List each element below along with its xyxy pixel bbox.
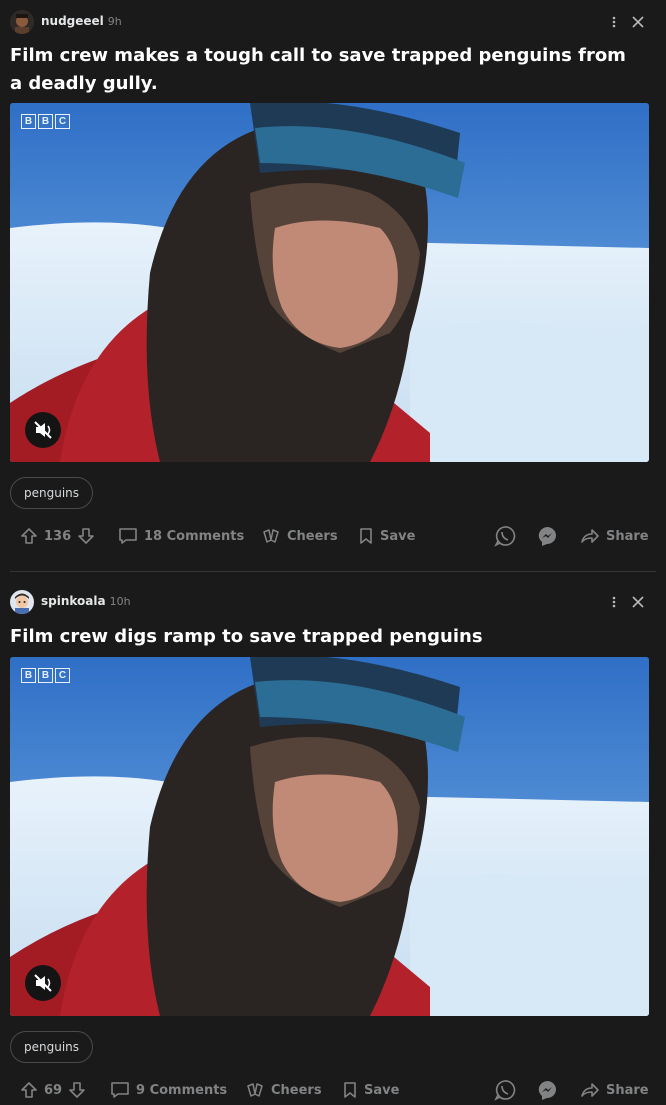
more-vertical-icon[interactable] — [608, 593, 620, 611]
share-icon — [581, 529, 599, 543]
whatsapp-icon — [494, 1080, 516, 1101]
messenger-icon — [538, 527, 556, 546]
logo-letter: B — [38, 668, 53, 683]
whatsapp-icon — [494, 526, 516, 547]
vote-count: 136 — [44, 528, 72, 544]
cheers-label: Cheers — [287, 528, 338, 544]
video-thumbnail — [10, 657, 649, 1016]
comments-label: 18 Comments — [144, 528, 245, 544]
share-label: Share — [606, 528, 649, 544]
post-age: 10h — [109, 595, 131, 608]
downvote-icon[interactable] — [68, 1081, 86, 1099]
more-vertical-icon[interactable] — [608, 13, 620, 31]
post-card: nudgeeel 9h Film crew makes a tough call … — [0, 0, 666, 571]
avatar[interactable] — [10, 10, 34, 34]
save-label: Save — [380, 528, 416, 544]
avatar[interactable] — [10, 590, 34, 614]
bookmark-icon — [360, 528, 372, 544]
vote-control: 136 — [20, 521, 95, 551]
cheers-button[interactable]: Cheers — [261, 521, 338, 551]
comments-button[interactable]: 18 Comments — [118, 521, 244, 551]
video-player[interactable]: B B C — [10, 657, 649, 1016]
messenger-share-button[interactable] — [536, 521, 558, 551]
save-button[interactable]: Save — [358, 521, 415, 551]
post-title[interactable]: Film crew makes a tough call to save tra… — [10, 42, 640, 98]
comments-label: 9 Comments — [136, 1082, 228, 1098]
action-bar: 136 18 Comments Cheers Save Share — [0, 521, 666, 551]
comment-icon — [111, 1082, 129, 1098]
username[interactable]: nudgeeel 9h — [41, 14, 122, 28]
video-player[interactable]: B B C — [10, 103, 649, 462]
share-button[interactable]: Share — [580, 521, 649, 551]
vote-count: 69 — [44, 1082, 63, 1098]
mute-icon[interactable] — [25, 965, 61, 1001]
flair-tag[interactable]: penguins — [10, 477, 94, 509]
comment-icon — [119, 528, 137, 544]
logo-letter: B — [38, 114, 53, 129]
flair-tag[interactable]: penguins — [10, 1031, 94, 1063]
mute-icon[interactable] — [25, 412, 61, 448]
cheers-icon — [263, 529, 279, 543]
save-label: Save — [364, 1082, 400, 1098]
logo-letter: C — [55, 114, 70, 129]
logo-letter: B — [21, 114, 36, 129]
username-text[interactable]: nudgeeel — [41, 14, 104, 28]
share-label: Share — [606, 1082, 649, 1098]
downvote-icon[interactable] — [77, 527, 95, 545]
bbc-logo: B B C — [21, 114, 70, 129]
share-icon — [581, 1083, 599, 1097]
post-divider — [10, 571, 656, 572]
close-icon[interactable] — [630, 593, 646, 611]
post-header: nudgeeel 9h — [10, 10, 656, 44]
video-thumbnail — [10, 103, 649, 462]
logo-letter: C — [55, 668, 70, 683]
close-icon[interactable] — [630, 13, 646, 31]
logo-letter: B — [21, 668, 36, 683]
username-text[interactable]: spinkoala — [41, 594, 106, 608]
post-header: spinkoala 10h — [10, 590, 656, 624]
post-title[interactable]: Film crew digs ramp to save trapped peng… — [10, 623, 640, 651]
post-age: 9h — [107, 15, 122, 28]
whatsapp-share-button[interactable] — [494, 521, 516, 551]
cheers-icon — [247, 1083, 263, 1097]
post-card: spinkoala 10h Film crew digs ramp to save… — [0, 580, 666, 1101]
upvote-icon[interactable] — [20, 527, 38, 545]
bbc-logo: B B C — [21, 668, 70, 683]
username[interactable]: spinkoala 10h — [41, 594, 131, 608]
cheers-label: Cheers — [271, 1082, 322, 1098]
bookmark-icon — [344, 1082, 356, 1098]
messenger-icon — [538, 1081, 556, 1100]
upvote-icon[interactable] — [20, 1081, 38, 1099]
